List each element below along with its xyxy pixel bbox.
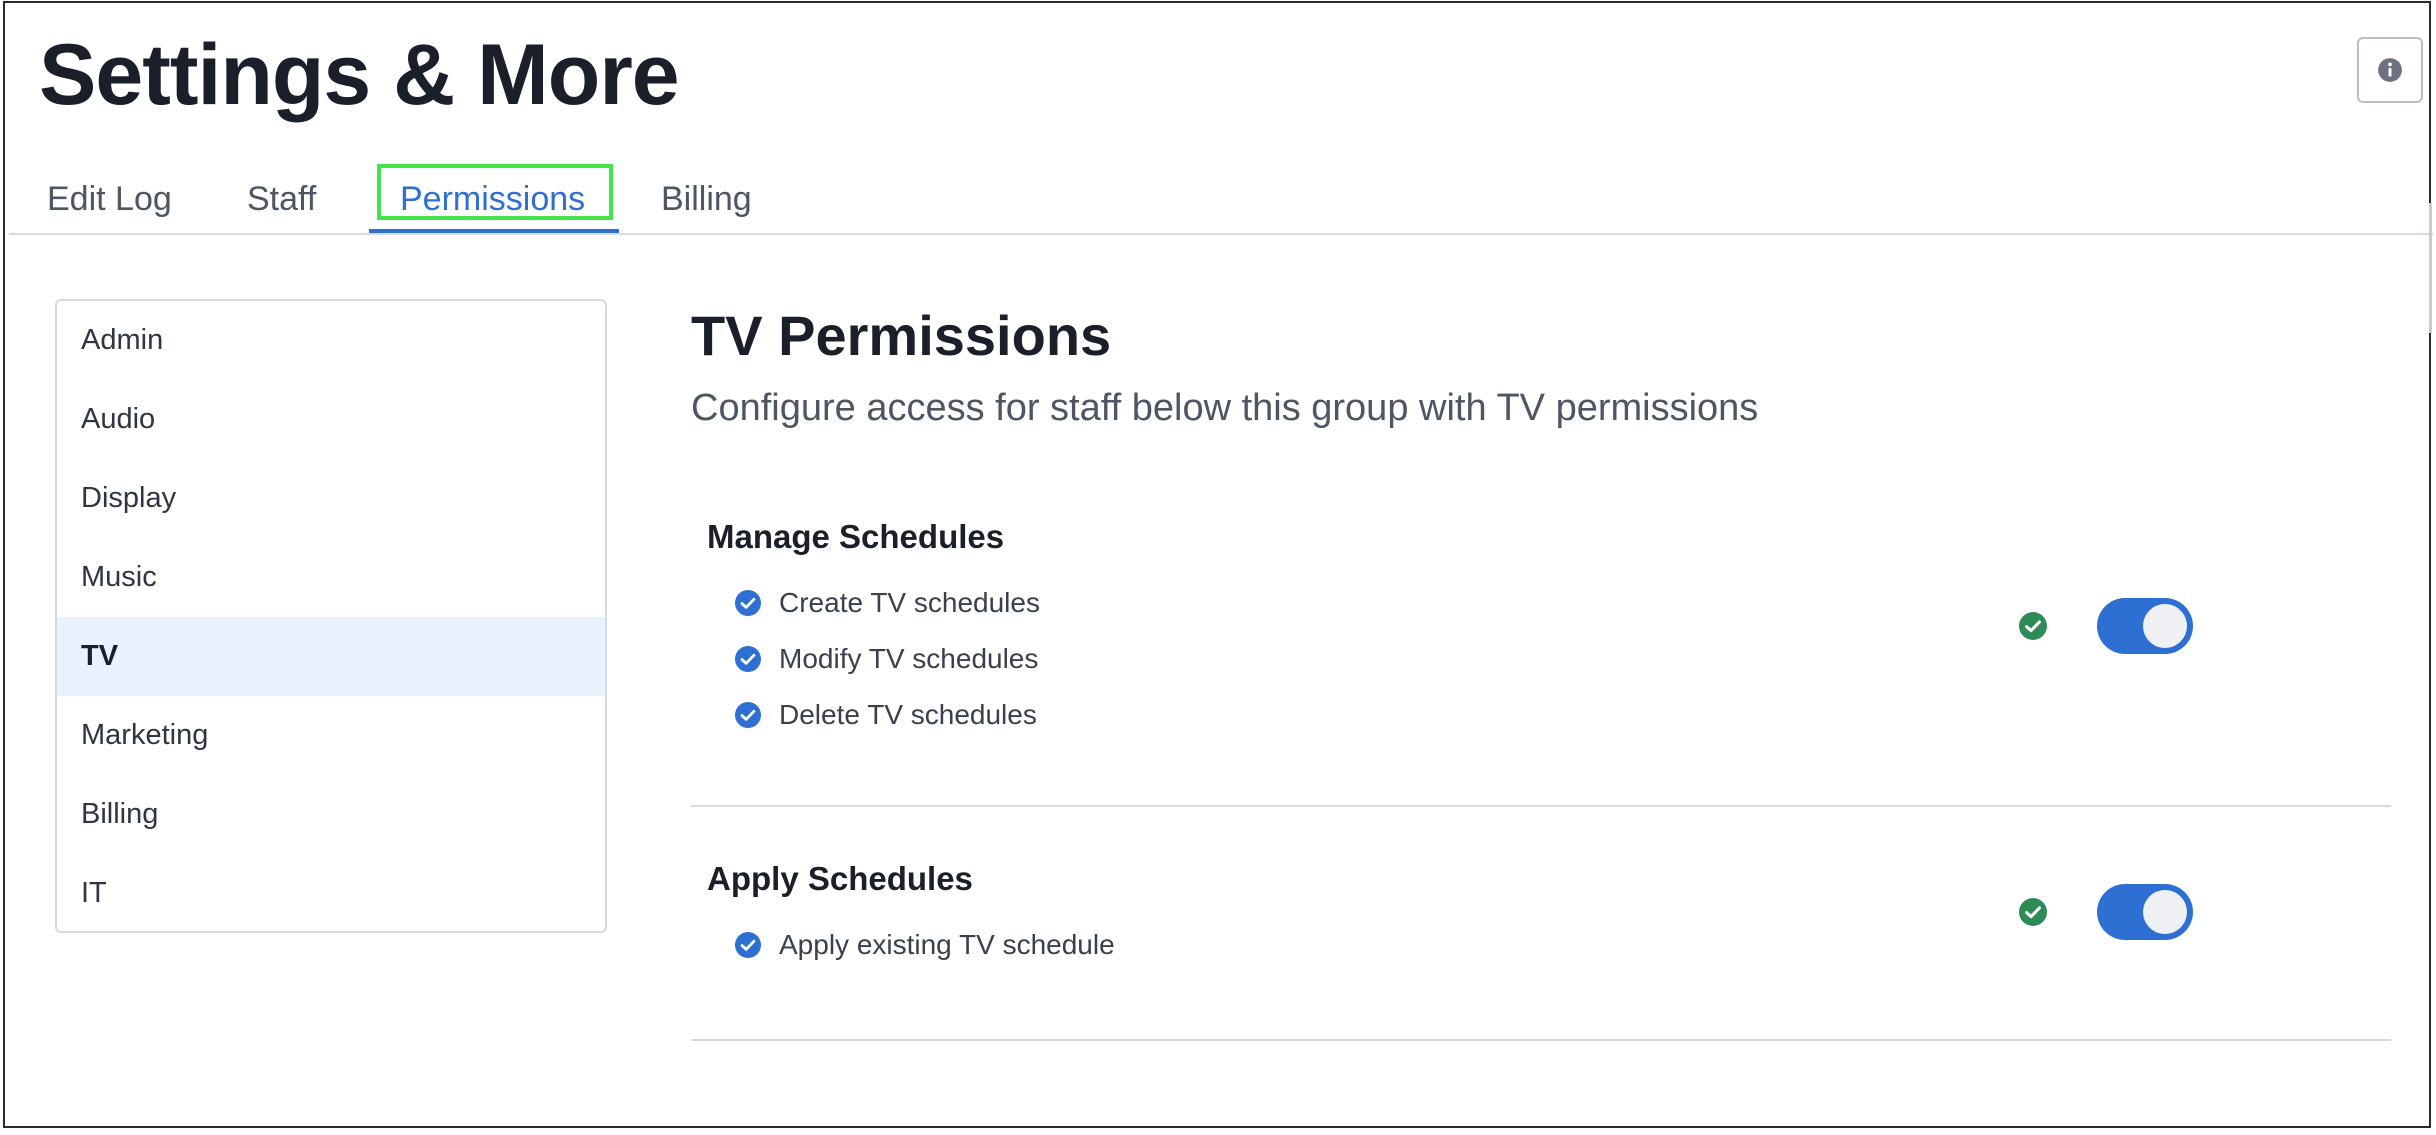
active-tab-indicator [369,229,619,233]
sidebar-item-billing[interactable]: Billing [57,775,605,854]
toggle-knob [2143,604,2187,648]
permission-groups-list: Admin Audio Display Music TV Marketing B… [55,299,607,933]
sidebar-item-audio[interactable]: Audio [57,380,605,459]
permission-list: Apply existing TV schedule [735,917,1115,973]
check-circle-icon [735,646,761,672]
list-item: Apply existing TV schedule [735,917,1115,973]
tab-billing[interactable]: Billing [661,167,752,231]
sidebar-item-tv[interactable]: TV [57,617,605,696]
permission-label: Create TV schedules [779,587,1040,618]
check-circle-icon [735,590,761,616]
scrollbar[interactable] [2429,203,2432,333]
permission-group-manage-schedules: Manage Schedules Create TV schedules Mod… [691,505,2391,807]
status-check-icon [2019,612,2047,640]
sidebar-item-admin[interactable]: Admin [57,301,605,380]
tab-permissions[interactable]: Permissions [400,167,585,231]
manage-schedules-toggle[interactable] [2097,598,2193,654]
status-check-icon [2019,898,2047,926]
tab-bar: Edit Log Staff Permissions Billing [9,153,2433,235]
info-icon [2378,58,2402,82]
permission-list: Create TV schedules Modify TV schedules … [735,575,1040,743]
section-title: TV Permissions [691,304,1112,367]
sidebar-item-display[interactable]: Display [57,459,605,538]
permission-group-heading: Apply Schedules [707,860,973,897]
check-circle-icon [735,702,761,728]
info-button[interactable] [2357,37,2423,103]
tab-edit-log[interactable]: Edit Log [47,167,172,231]
app-window: Settings & More Edit Log Staff Permissio… [3,1,2433,1128]
toggle-knob [2143,890,2187,934]
check-circle-icon [735,932,761,958]
page-title: Settings & More [39,27,680,123]
permission-label: Apply existing TV schedule [779,929,1115,960]
permission-group-apply-schedules: Apply Schedules Apply existing TV schedu… [691,807,2391,1041]
sidebar-item-music[interactable]: Music [57,538,605,617]
tab-staff[interactable]: Staff [247,167,316,231]
list-item: Create TV schedules [735,575,1040,631]
permission-label: Delete TV schedules [779,699,1037,730]
sidebar-item-marketing[interactable]: Marketing [57,696,605,775]
sidebar-item-it[interactable]: IT [57,854,605,931]
section-subtitle: Configure access for staff below this gr… [691,387,1759,429]
list-item: Delete TV schedules [735,687,1040,743]
permission-group-heading: Manage Schedules [707,518,1005,555]
apply-schedules-toggle[interactable] [2097,884,2193,940]
list-item: Modify TV schedules [735,631,1040,687]
permission-label: Modify TV schedules [779,643,1039,674]
